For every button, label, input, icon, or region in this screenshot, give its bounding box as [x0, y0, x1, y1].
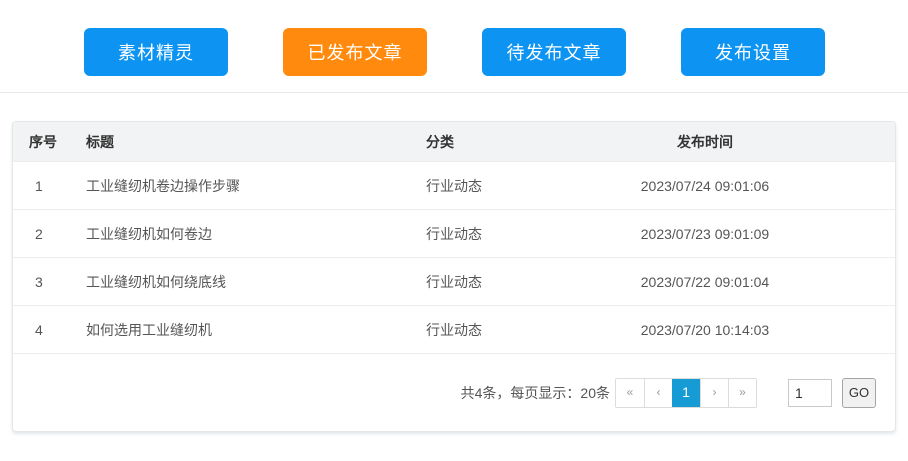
publish-time: 2023/07/20 10:14:03: [515, 322, 895, 338]
tab-pending-articles[interactable]: 待发布文章: [482, 28, 626, 76]
tab-bar: 素材精灵 已发布文章 待发布文章 发布设置: [84, 28, 825, 76]
article-title[interactable]: 工业缝纫机如何卷边: [86, 224, 426, 244]
row-index: 1: [13, 178, 86, 194]
table-footer: 共4条，每页显示：20条 « ‹ 1 › » GO: [13, 353, 895, 431]
pagination-summary: 共4条，每页显示：20条: [461, 383, 610, 403]
publish-time: 2023/07/23 09:01:09: [515, 226, 895, 242]
row-index: 2: [13, 226, 86, 242]
table-row: 4 如何选用工业缝纫机 行业动态 2023/07/20 10:14:03: [13, 305, 895, 353]
pagination-next-button[interactable]: ›: [700, 379, 728, 407]
go-button[interactable]: GO: [842, 378, 876, 408]
articles-table-card: 序号 标题 分类 发布时间 1 工业缝纫机卷边操作步骤 行业动态 2023/07…: [12, 121, 896, 432]
pagination-page-1[interactable]: 1: [672, 379, 700, 407]
article-title[interactable]: 工业缝纫机如何绕底线: [86, 272, 426, 292]
pagination: « ‹ 1 › »: [615, 378, 757, 408]
column-header-index: 序号: [13, 132, 86, 152]
tab-publish-settings[interactable]: 发布设置: [681, 28, 825, 76]
article-category: 行业动态: [426, 320, 515, 340]
publish-time: 2023/07/22 09:01:04: [515, 274, 895, 290]
article-title[interactable]: 工业缝纫机卷边操作步骤: [86, 176, 426, 196]
page-jump-input[interactable]: [788, 379, 832, 407]
row-index: 3: [13, 274, 86, 290]
pagination-first-button[interactable]: «: [616, 379, 644, 407]
table-row: 3 工业缝纫机如何绕底线 行业动态 2023/07/22 09:01:04: [13, 257, 895, 305]
column-header-category: 分类: [426, 132, 515, 152]
table-row: 1 工业缝纫机卷边操作步骤 行业动态 2023/07/24 09:01:06: [13, 161, 895, 209]
table-header-row: 序号 标题 分类 发布时间: [13, 122, 895, 161]
article-category: 行业动态: [426, 272, 515, 292]
tab-published-articles[interactable]: 已发布文章: [283, 28, 427, 76]
row-index: 4: [13, 322, 86, 338]
article-category: 行业动态: [426, 224, 515, 244]
tab-material-genie[interactable]: 素材精灵: [84, 28, 228, 76]
column-header-title: 标题: [86, 132, 426, 152]
pagination-prev-button[interactable]: ‹: [644, 379, 672, 407]
pagination-last-button[interactable]: »: [728, 379, 756, 407]
column-header-publish-time: 发布时间: [515, 132, 895, 152]
header-divider: [0, 92, 908, 93]
article-title[interactable]: 如何选用工业缝纫机: [86, 320, 426, 340]
article-category: 行业动态: [426, 176, 515, 196]
publish-time: 2023/07/24 09:01:06: [515, 178, 895, 194]
table-row: 2 工业缝纫机如何卷边 行业动态 2023/07/23 09:01:09: [13, 209, 895, 257]
